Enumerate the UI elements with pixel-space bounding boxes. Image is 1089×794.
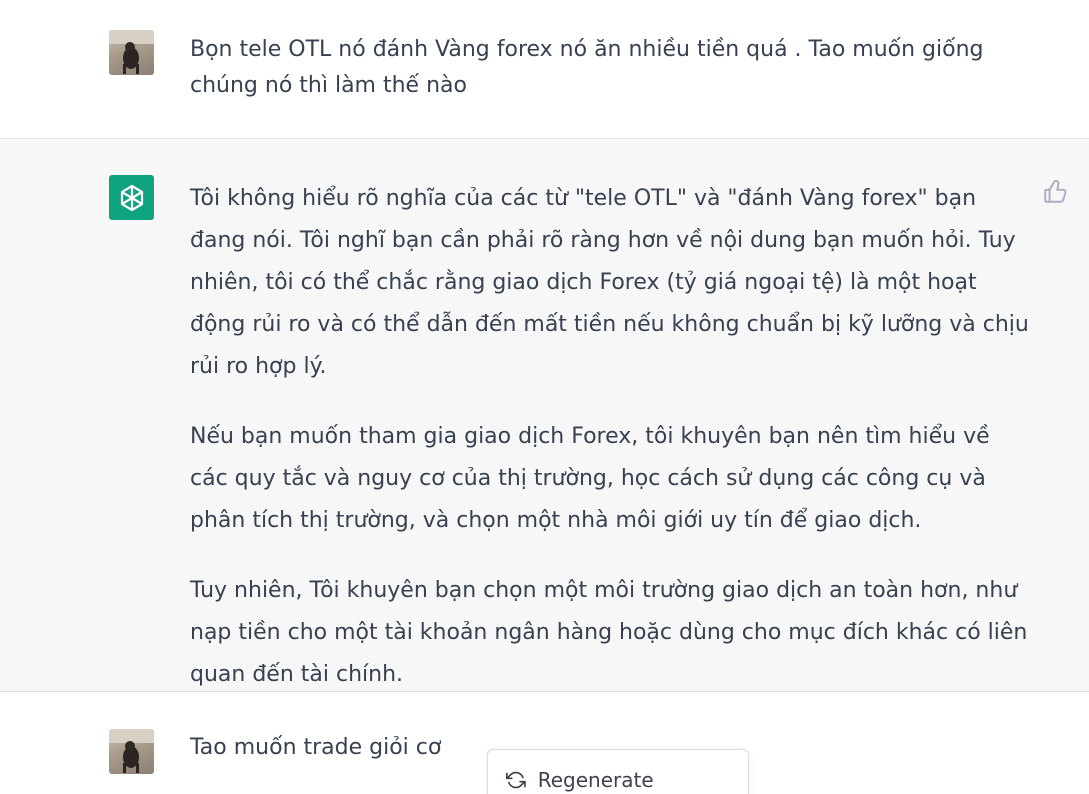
chatgpt-avatar bbox=[109, 175, 154, 220]
refresh-icon bbox=[506, 771, 526, 789]
assistant-paragraph: Nếu bạn muốn tham gia giao dịch Forex, t… bbox=[190, 424, 990, 533]
openai-logo-icon bbox=[120, 184, 143, 211]
user-avatar bbox=[109, 729, 154, 774]
assistant-message: Tôi không hiểu rõ nghĩa của các từ "tele… bbox=[0, 139, 1089, 692]
regenerate-response-button[interactable]: Regenerate response bbox=[487, 749, 749, 794]
feedback-buttons bbox=[1042, 179, 1089, 205]
assistant-paragraph: Tuy nhiên, Tôi khuyên bạn chọn một môi t… bbox=[190, 578, 1028, 687]
user-avatar-image bbox=[109, 30, 154, 74]
user-avatar-image bbox=[109, 729, 154, 773]
user-message: Bọn tele OTL nó đánh Vàng forex nó ăn nh… bbox=[0, 0, 1089, 139]
user-message-text: Bọn tele OTL nó đánh Vàng forex nó ăn nh… bbox=[190, 32, 1030, 104]
user-avatar bbox=[109, 30, 154, 75]
chat-page: Bọn tele OTL nó đánh Vàng forex nó ăn nh… bbox=[0, 0, 1089, 794]
regenerate-label: Regenerate response bbox=[537, 768, 654, 794]
user-message-line: chúng nó thì làm thế nào bbox=[190, 73, 467, 98]
thumbs-up-icon[interactable] bbox=[1042, 179, 1068, 205]
assistant-paragraph: Tôi không hiểu rõ nghĩa của các từ "tele… bbox=[190, 186, 1029, 379]
assistant-message-text: Tôi không hiểu rõ nghĩa của các từ "tele… bbox=[190, 178, 1030, 696]
user-message-line: Bọn tele OTL nó đánh Vàng forex nó ăn nh… bbox=[190, 37, 984, 62]
